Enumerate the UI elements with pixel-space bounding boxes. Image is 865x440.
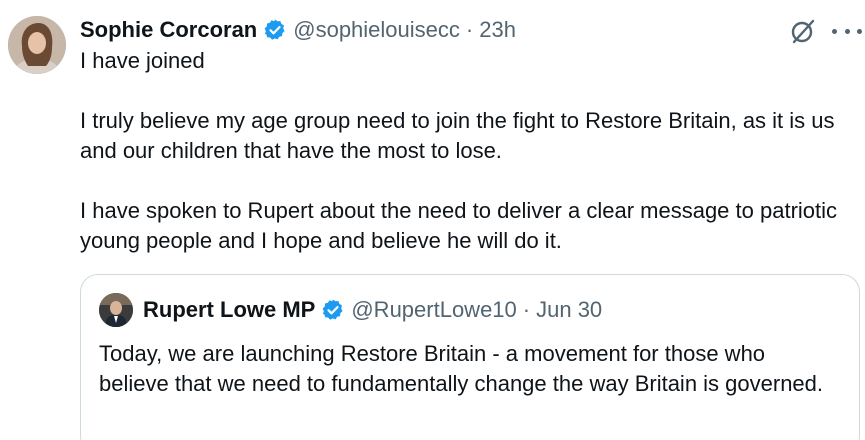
tweet-body: I have joined I truly believe my age gro… — [80, 46, 840, 256]
author-name[interactable]: Sophie Corcoran — [80, 17, 257, 43]
quoted-tweet[interactable]: Rupert Lowe MP @RupertLowe10 · Jun 30 To… — [80, 274, 860, 440]
author-handle[interactable]: @sophielouisecc — [293, 17, 460, 43]
tweet-paragraph: I have spoken to Rupert about the need t… — [80, 198, 844, 253]
verified-badge-icon — [263, 18, 287, 42]
quoted-tweet-text: Today, we are launching Restore Britain … — [99, 341, 824, 396]
tweet-header: Sophie Corcoran @sophielouisecc · 23h — [80, 14, 516, 46]
quoted-author-name: Rupert Lowe MP — [143, 297, 316, 322]
more-options-icon[interactable] — [832, 18, 862, 44]
verified-badge-icon — [321, 298, 345, 322]
separator-dot: · — [465, 17, 474, 42]
quoted-author-handle: @RupertLowe10 — [351, 297, 517, 322]
quoted-timestamp: Jun 30 — [536, 297, 603, 322]
timestamp[interactable]: 23h — [479, 17, 516, 43]
grok-icon[interactable] — [788, 16, 818, 46]
tweet-paragraph: I truly believe my age group need to joi… — [80, 108, 841, 163]
quoted-author-avatar — [99, 293, 133, 327]
tweet-paragraph: I have joined — [80, 48, 205, 73]
separator-dot: · — [522, 297, 531, 322]
author-avatar[interactable] — [8, 16, 66, 74]
quoted-tweet-header: Rupert Lowe MP @RupertLowe10 · Jun 30 — [99, 293, 602, 327]
